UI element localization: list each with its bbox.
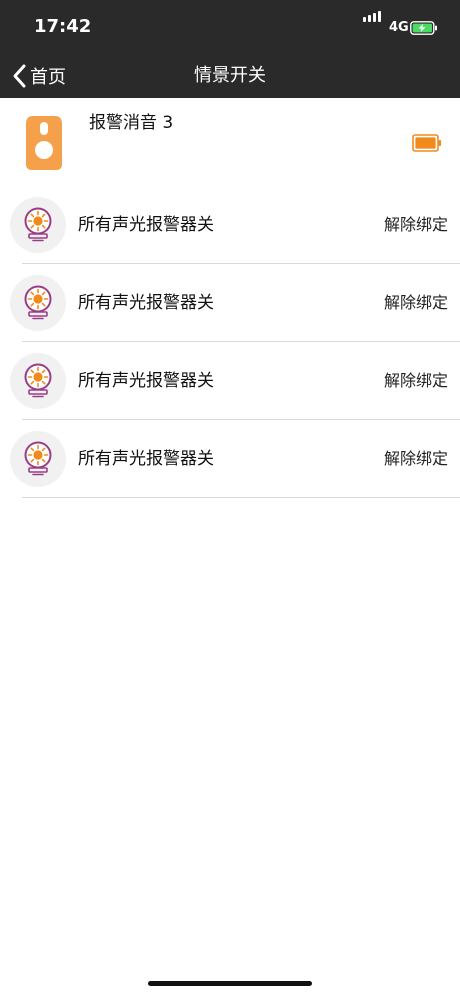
unbind-button[interactable]: 解除绑定: [384, 420, 448, 498]
battery-full-icon: [412, 134, 441, 152]
nav-bar: 首页 情景开关: [0, 54, 460, 98]
device-name: 报警消音 3: [89, 113, 174, 133]
unbind-button[interactable]: 解除绑定: [384, 342, 448, 420]
divider: [22, 497, 460, 498]
unbind-button[interactable]: 解除绑定: [384, 264, 448, 342]
siren-light-icon: [10, 275, 66, 331]
network-type: 4G: [389, 20, 409, 35]
item-label: 所有声光报警器关: [78, 215, 214, 235]
list-item[interactable]: 所有声光报警器关 解除绑定: [0, 264, 460, 342]
device-header: 报警消音 3: [0, 98, 460, 186]
list-item[interactable]: 所有声光报警器关 解除绑定: [0, 420, 460, 498]
home-indicator[interactable]: [148, 981, 312, 986]
status-time: 17:42: [34, 16, 92, 37]
battery-charging-icon: [410, 21, 437, 35]
item-label: 所有声光报警器关: [78, 371, 214, 391]
list-item[interactable]: 所有声光报警器关 解除绑定: [0, 342, 460, 420]
key-fob-icon: [26, 116, 62, 170]
unbind-button[interactable]: 解除绑定: [384, 186, 448, 264]
page-title: 情景开关: [194, 65, 266, 86]
siren-light-icon: [10, 431, 66, 487]
siren-light-icon: [10, 353, 66, 409]
item-label: 所有声光报警器关: [78, 449, 214, 469]
scene-list: 所有声光报警器关 解除绑定 所有声光报警器关 解除绑定 所有声光报警器关 解除绑…: [0, 186, 460, 498]
status-bar: 17:42 4G: [0, 0, 460, 54]
list-item[interactable]: 所有声光报警器关 解除绑定: [0, 186, 460, 264]
item-label: 所有声光报警器关: [78, 293, 214, 313]
siren-light-icon: [10, 197, 66, 253]
